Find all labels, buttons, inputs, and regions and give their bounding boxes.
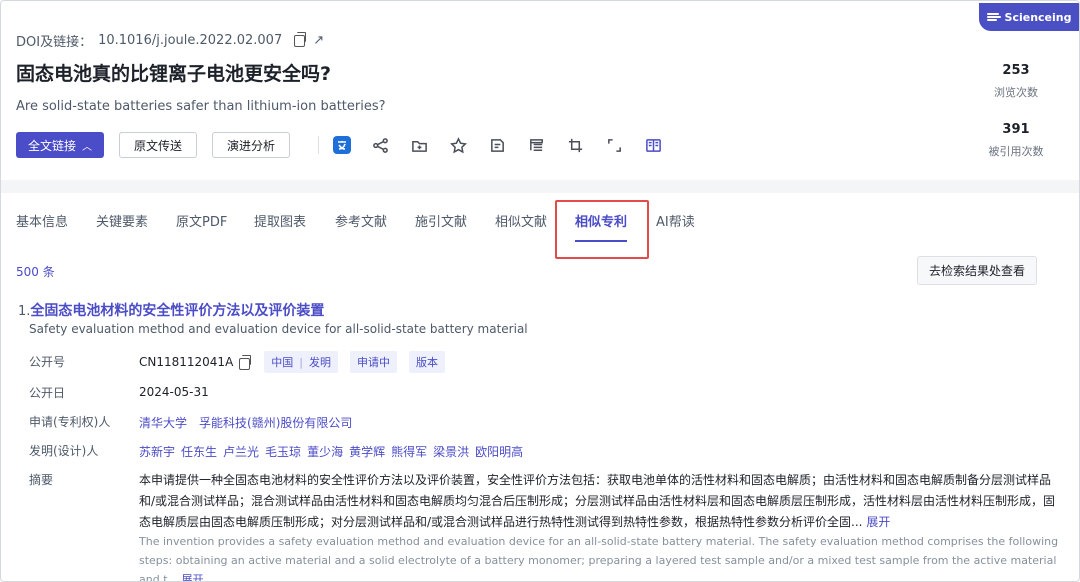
tab-bar: 基本信息 关键要素 原文PDF 提取图表 参考文献 施引文献 相似文献 相似专利… — [1, 197, 1079, 247]
doi-value[interactable]: 10.1016/j.joule.2022.02.007 — [98, 33, 282, 48]
expand-link-en[interactable]: 展开 — [182, 573, 204, 581]
fulltext-button[interactable]: 全文链接 ︿ — [16, 132, 105, 158]
applicant-link[interactable]: 孚能科技(赣州)股份有限公司 — [199, 414, 352, 431]
app-frame: Scienceing DOI及链接： 10.1016/j.joule.2022.… — [0, 0, 1080, 582]
abstract-body: 本申请提供一种全固态电池材料的安全性评价方法以及评价装置，安全性评价方法包括：获… — [139, 473, 1056, 529]
abstract-en-body: The invention provides a safety evaluati… — [139, 535, 1059, 582]
paper-header: Scienceing DOI及链接： 10.1016/j.joule.2022.… — [1, 1, 1079, 181]
patent-index: 1. — [18, 304, 31, 319]
patent-title-link[interactable]: 1.全固态电池材料的安全性评价方法以及评价装置 — [18, 300, 324, 320]
applicant-link[interactable]: 清华大学 — [139, 414, 187, 431]
inventor-link[interactable]: 董少海 — [307, 443, 343, 460]
tab-key-elements[interactable]: 关键要素 — [96, 211, 148, 230]
result-count: 500 条 — [16, 265, 55, 279]
patent-title-en: Safety evaluation method and evaluation … — [29, 322, 528, 336]
page-title: 固态电池真的比锂离子电池更安全吗? — [16, 63, 332, 85]
section-divider — [1, 180, 1079, 193]
brand-badge[interactable]: Scienceing — [979, 3, 1079, 31]
toolbar-divider — [318, 136, 320, 154]
cites-label: 被引用次数 — [988, 145, 1044, 158]
abstract-text: 本申请提供一种全固态电池材料的安全性评价方法以及评价装置，安全性评价方法包括：获… — [139, 470, 1061, 533]
transfer-button[interactable]: 原文传送 — [119, 132, 198, 158]
pub-date-label: 公开日 — [29, 386, 66, 400]
page-subtitle: Are solid-state batteries safer than lit… — [16, 99, 386, 114]
add-folder-icon[interactable] — [409, 135, 429, 155]
tab-ai-reader[interactable]: AI帮读 — [656, 211, 695, 230]
tab-citing-papers[interactable]: 施引文献 — [415, 211, 467, 230]
tab-original-pdf[interactable]: 原文PDF — [176, 211, 227, 230]
inventor-link[interactable]: 毛玉琼 — [265, 443, 301, 460]
outline-icon[interactable] — [526, 135, 546, 155]
abstract-text-en: The invention provides a safety evaluati… — [139, 532, 1061, 582]
crop-icon[interactable] — [565, 135, 585, 155]
brand-logo-icon — [986, 12, 1001, 22]
tab-similar-papers[interactable]: 相似文献 — [495, 211, 547, 230]
star-icon[interactable] — [448, 135, 468, 155]
fullscreen-icon[interactable] — [604, 135, 624, 155]
inventor-link[interactable]: 任东生 — [181, 443, 217, 460]
share-icon[interactable] — [370, 135, 390, 155]
inventor-label: 发明(设计)人 — [29, 444, 99, 458]
inventor-list: 苏新宇 任东生 卢兰光 毛玉琼 董少海 黄学辉 熊得军 梁景洪 欧阳明高 — [139, 443, 529, 460]
goto-search-button[interactable]: 去检索结果处查看 — [916, 256, 1037, 285]
copy-icon[interactable] — [239, 354, 252, 370]
highlight-annotation — [555, 200, 649, 259]
tag-status: 申请中 — [350, 351, 397, 373]
inventor-link[interactable]: 黄学辉 — [349, 443, 385, 460]
tab-basic-info[interactable]: 基本信息 — [16, 211, 68, 230]
translate-icon[interactable] — [333, 136, 352, 154]
copy-icon[interactable] — [294, 31, 307, 47]
pub-no-value: CN118112041A — [139, 355, 234, 369]
external-link-icon[interactable]: ↗ — [313, 33, 324, 48]
views-label: 浏览次数 — [994, 86, 1038, 99]
expand-link[interactable]: 展开 — [866, 515, 890, 529]
applicant-label: 申请(专利权)人 — [29, 415, 111, 429]
patent-title: 全固态电池材料的安全性评价方法以及评价装置 — [30, 303, 325, 319]
pub-date-value: 2024-05-31 — [139, 385, 209, 399]
inventor-link[interactable]: 欧阳明高 — [475, 443, 523, 460]
tag-type: 发明 — [309, 356, 331, 369]
reader-icon[interactable] — [643, 135, 663, 155]
inventor-link[interactable]: 苏新宇 — [139, 443, 175, 460]
brand-label: Scienceing — [1004, 10, 1072, 24]
action-toolbar: 全文链接 ︿ 原文传送 演进分析 — [16, 132, 682, 158]
tag-country: 中国 — [271, 356, 294, 369]
inventor-link[interactable]: 熊得军 — [391, 443, 427, 460]
tag-separator: | — [299, 355, 303, 369]
doi-label: DOI及链接： — [16, 35, 93, 50]
notes-icon[interactable] — [487, 135, 507, 155]
tag-version[interactable]: 版本 — [409, 351, 445, 373]
inventor-link[interactable]: 梁景洪 — [433, 443, 469, 460]
stats-panel: 253 浏览次数 391 被引用次数 — [981, 63, 1051, 159]
abstract-label: 摘要 — [29, 473, 54, 487]
cites-count: 391 — [1002, 122, 1030, 137]
tab-extract-figures[interactable]: 提取图表 — [254, 211, 306, 230]
chevron-up-icon: ︿ — [82, 141, 93, 153]
tag-country-type: 中国 | 发明 — [264, 351, 338, 373]
doi-line: DOI及链接： 10.1016/j.joule.2022.02.007 ↗ — [16, 31, 324, 50]
pub-no-row: CN118112041A 中国 | 发明 申请中 版本 — [139, 351, 445, 373]
evolution-button[interactable]: 演进分析 — [212, 132, 291, 158]
applicant-list: 清华大学 孚能科技(赣州)股份有限公司 — [139, 414, 358, 431]
fulltext-label: 全文链接 — [28, 138, 77, 153]
inventor-link[interactable]: 卢兰光 — [223, 443, 259, 460]
views-count: 253 — [1002, 63, 1030, 78]
tab-references[interactable]: 参考文献 — [335, 211, 387, 230]
pub-no-label: 公开号 — [29, 355, 66, 369]
